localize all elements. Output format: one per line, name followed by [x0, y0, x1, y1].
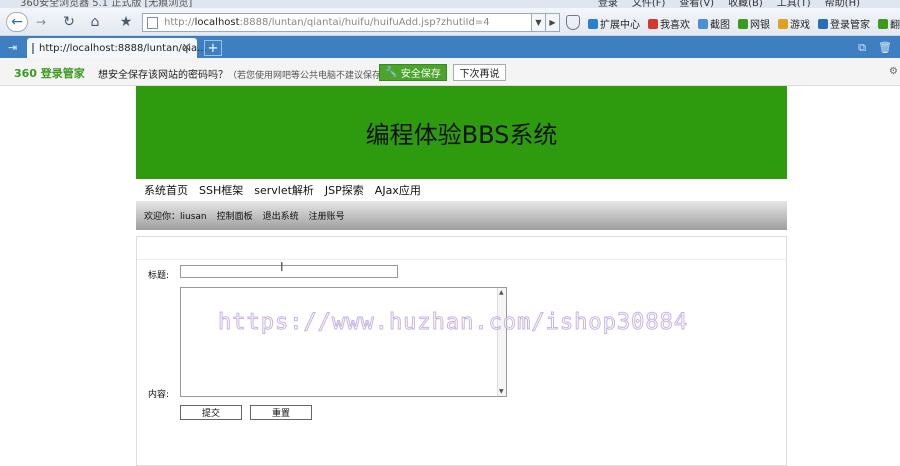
address-bar[interactable]: http:// localhost :8888/luntan/qiantai/h… — [142, 13, 532, 32]
address-prefix: http:// — [164, 17, 195, 28]
password-prompt: 想安全保存该网站的密码吗？（若您使用网吧等公共电脑不建议保存） — [98, 70, 391, 81]
nav-servlet[interactable]: servlet解析 — [254, 182, 314, 198]
restore-icon[interactable]: ⧉ — [858, 41, 866, 55]
refresh-button[interactable]: ↻ — [60, 12, 78, 32]
save-password-button[interactable]: 🔧 安全保存 — [379, 64, 447, 81]
window-icons: ⧉ 🗑 — [858, 41, 892, 55]
home-button[interactable]: ⌂ — [86, 12, 104, 32]
watermark: https://www.huzhan.com/ishop30884 — [217, 310, 689, 336]
page-icon — [32, 42, 34, 54]
puzzle-icon — [588, 18, 598, 29]
extension-translate[interactable]: 翻 — [878, 16, 900, 31]
play-icon: ▶ — [549, 18, 556, 27]
extension-bar: 扩展中心 我喜欢 截图 网银 游戏 登录管家 翻 — [588, 16, 900, 31]
plus-icon: + — [207, 40, 219, 56]
translate-icon — [878, 18, 888, 29]
textarea-scrollbar[interactable]: ▲ ▼ — [497, 288, 506, 396]
content-textarea[interactable]: ▲ ▼ — [180, 287, 507, 397]
scissors-icon — [698, 18, 708, 29]
home-icon: ⌂ — [90, 14, 100, 30]
nav-register[interactable]: 注册账号 — [309, 209, 345, 222]
bank-icon — [738, 18, 748, 29]
close-icon[interactable]: ✕ — [182, 41, 191, 54]
window-title: 360安全浏览器 5.1 正式版 [无痕浏览] — [20, 0, 193, 8]
favorite-button[interactable]: ★ — [118, 12, 134, 32]
text-cursor-icon: I — [280, 260, 284, 274]
menu-help[interactable]: 帮助(H) — [825, 0, 860, 8]
window-titlebar: 360安全浏览器 5.1 正式版 [无痕浏览] 登录 文件(F) 查看(V) 收… — [0, 0, 900, 8]
menu-login[interactable]: 登录 — [598, 0, 618, 8]
heart-icon — [648, 18, 658, 29]
extension-center[interactable]: 扩展中心 — [588, 16, 640, 31]
main-nav: 系统首页 SSH框架 servlet解析 JSP探索 AJax应用 — [136, 179, 787, 201]
address-host: localhost — [194, 17, 240, 28]
content-label: 内容: — [148, 390, 170, 400]
sidebar-toggle-icon[interactable]: ⇥ — [8, 41, 17, 54]
back-button[interactable]: ← — [6, 12, 28, 32]
reply-form: 标题: I ▲ ▼ 内容: 提交 重置 — [136, 236, 787, 466]
extension-screenshot[interactable]: 截图 — [698, 16, 730, 31]
wrench-icon: 🔧 — [385, 67, 398, 78]
tab-current[interactable]: http://localhost:8888/luntan/qia... ✕ — [27, 38, 207, 58]
site-header: 编程体验BBS系统 — [136, 86, 787, 179]
menu-bar: 登录 文件(F) 查看(V) 收藏(B) 工具(T) 帮助(H) — [598, 0, 860, 8]
star-icon: ★ — [119, 14, 133, 30]
title-input[interactable] — [180, 265, 398, 278]
nav-home[interactable]: 系统首页 — [144, 182, 188, 198]
nav-ssh[interactable]: SSH框架 — [199, 182, 243, 198]
nav-ajax[interactable]: AJax应用 — [375, 182, 421, 198]
gear-icon[interactable]: ⚙ — [889, 66, 898, 77]
nav-jsp[interactable]: JSP探索 — [325, 182, 364, 198]
page-icon — [147, 16, 158, 29]
menu-view[interactable]: 查看(V) — [679, 0, 714, 8]
address-path: :8888/luntan/qiantai/huifu/huifuAdd.jsp?… — [239, 17, 490, 28]
menu-favorites[interactable]: 收藏(B) — [728, 0, 763, 8]
go-button[interactable]: ▶ — [546, 13, 560, 32]
menu-file[interactable]: 文件(F) — [632, 0, 666, 8]
arrow-left-icon: ← — [11, 14, 23, 30]
forward-button[interactable]: → — [30, 12, 52, 32]
title-label: 标题: — [148, 271, 170, 281]
tab-strip: ⇥ http://localhost:8888/luntan/qia... ✕ … — [0, 36, 900, 58]
later-button[interactable]: 下次再说 — [453, 64, 506, 81]
extension-bank[interactable]: 网银 — [738, 16, 770, 31]
chevron-down-icon: ▼ — [535, 18, 542, 27]
extension-like[interactable]: 我喜欢 — [648, 16, 690, 31]
nav-logout[interactable]: 退出系统 — [263, 209, 299, 222]
password-save-bar: 360 登录管家 想安全保存该网站的密码吗？（若您使用网吧等公共电脑不建议保存）… — [0, 58, 900, 86]
extension-games[interactable]: 游戏 — [778, 16, 810, 31]
chevron-up-icon[interactable]: ▲ — [499, 289, 504, 296]
navigation-toolbar: ← → ↻ ⌂ ★ http:// localhost :8888/luntan… — [0, 8, 900, 36]
new-tab-button[interactable]: + — [204, 40, 222, 56]
reset-button[interactable]: 重置 — [250, 405, 312, 420]
login-manager-brand: 360 登录管家 — [14, 67, 85, 80]
nav-control-panel[interactable]: 控制面板 — [217, 209, 253, 222]
trash-icon[interactable]: 🗑 — [878, 41, 892, 55]
user-nav: 欢迎你：liusan 控制面板 退出系统 注册账号 — [136, 201, 787, 230]
chevron-down-icon[interactable]: ▼ — [499, 388, 504, 395]
submit-button[interactable]: 提交 — [180, 405, 242, 420]
extension-login-manager[interactable]: 登录管家 — [818, 16, 870, 31]
gamepad-icon — [778, 18, 788, 29]
welcome-text: 欢迎你：liusan — [144, 212, 207, 222]
arrow-right-icon: → — [35, 15, 47, 29]
menu-tools[interactable]: 工具(T) — [777, 0, 811, 8]
site-title: 编程体验BBS系统 — [365, 121, 558, 149]
divider — [137, 259, 786, 260]
address-dropdown-button[interactable]: ▼ — [532, 13, 546, 32]
shield-icon[interactable] — [566, 15, 580, 30]
refresh-icon: ↻ — [63, 14, 75, 30]
key-icon — [818, 18, 828, 29]
